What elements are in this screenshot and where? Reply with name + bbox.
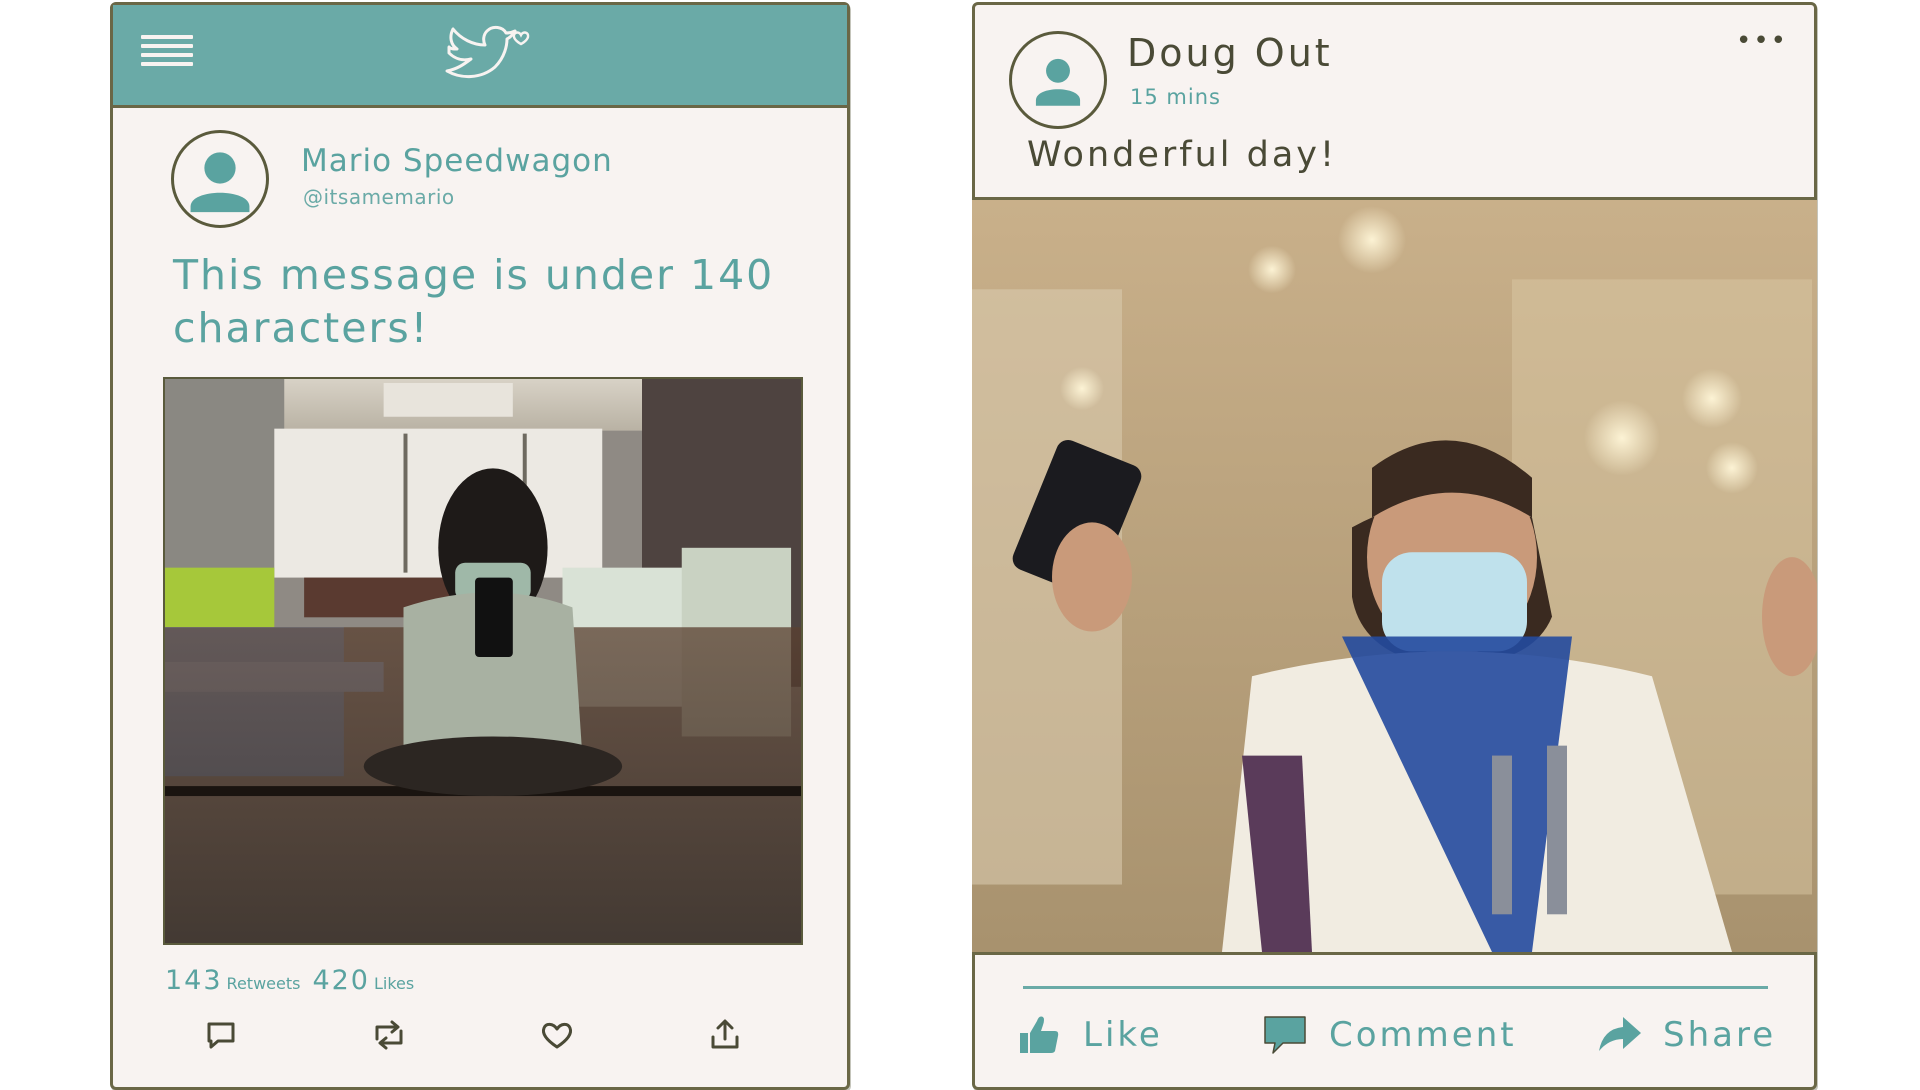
like-button[interactable]: Like — [1015, 1007, 1163, 1063]
tweet-stats: 143 Retweets 420 Likes — [165, 965, 426, 996]
tweet-card-header — [113, 5, 847, 108]
retweets-label: Retweets — [226, 974, 301, 993]
share-button[interactable]: Share — [1595, 1007, 1776, 1063]
comment-button[interactable]: Comment — [1261, 1007, 1517, 1063]
bird-logo-icon — [441, 23, 533, 87]
heart-icon[interactable] — [537, 1015, 577, 1055]
avatar[interactable] — [1009, 31, 1107, 129]
author-name[interactable]: Doug Out — [1127, 31, 1333, 75]
author-handle[interactable]: @itsamemario — [303, 185, 455, 209]
reply-icon[interactable] — [201, 1015, 241, 1055]
tweet-actions — [113, 1015, 847, 1055]
avatar[interactable] — [171, 130, 269, 228]
post-timestamp[interactable]: 15 mins — [1130, 85, 1221, 109]
retweets-count: 143 — [165, 965, 223, 996]
post-photo[interactable] — [972, 197, 1817, 955]
more-options-icon[interactable]: ••• — [1736, 28, 1788, 54]
retweet-icon[interactable] — [369, 1015, 409, 1055]
post-photo[interactable] — [163, 377, 803, 945]
tweet-message: This message is under 140 characters! — [173, 251, 775, 352]
menu-icon[interactable] — [141, 35, 193, 77]
post-status-text: Wonderful day! — [1027, 135, 1338, 175]
share-arrow-icon — [1599, 1017, 1641, 1051]
thumbs-up-icon — [1020, 1016, 1059, 1053]
action-divider — [1023, 986, 1768, 989]
tweet-card: Mario Speedwagon @itsamemario This messa… — [110, 2, 850, 1090]
author-name[interactable]: Mario Speedwagon — [301, 143, 613, 179]
share-label: Share — [1663, 1015, 1777, 1055]
share-icon[interactable] — [705, 1015, 745, 1055]
facebook-post-card: Doug Out 15 mins ••• Wonderful day! Like… — [972, 2, 1817, 1090]
comment-bubble-icon — [1264, 1016, 1306, 1054]
likes-label: Likes — [374, 974, 415, 993]
comment-label: Comment — [1329, 1015, 1517, 1055]
likes-count: 420 — [312, 965, 370, 996]
like-label: Like — [1083, 1015, 1163, 1055]
